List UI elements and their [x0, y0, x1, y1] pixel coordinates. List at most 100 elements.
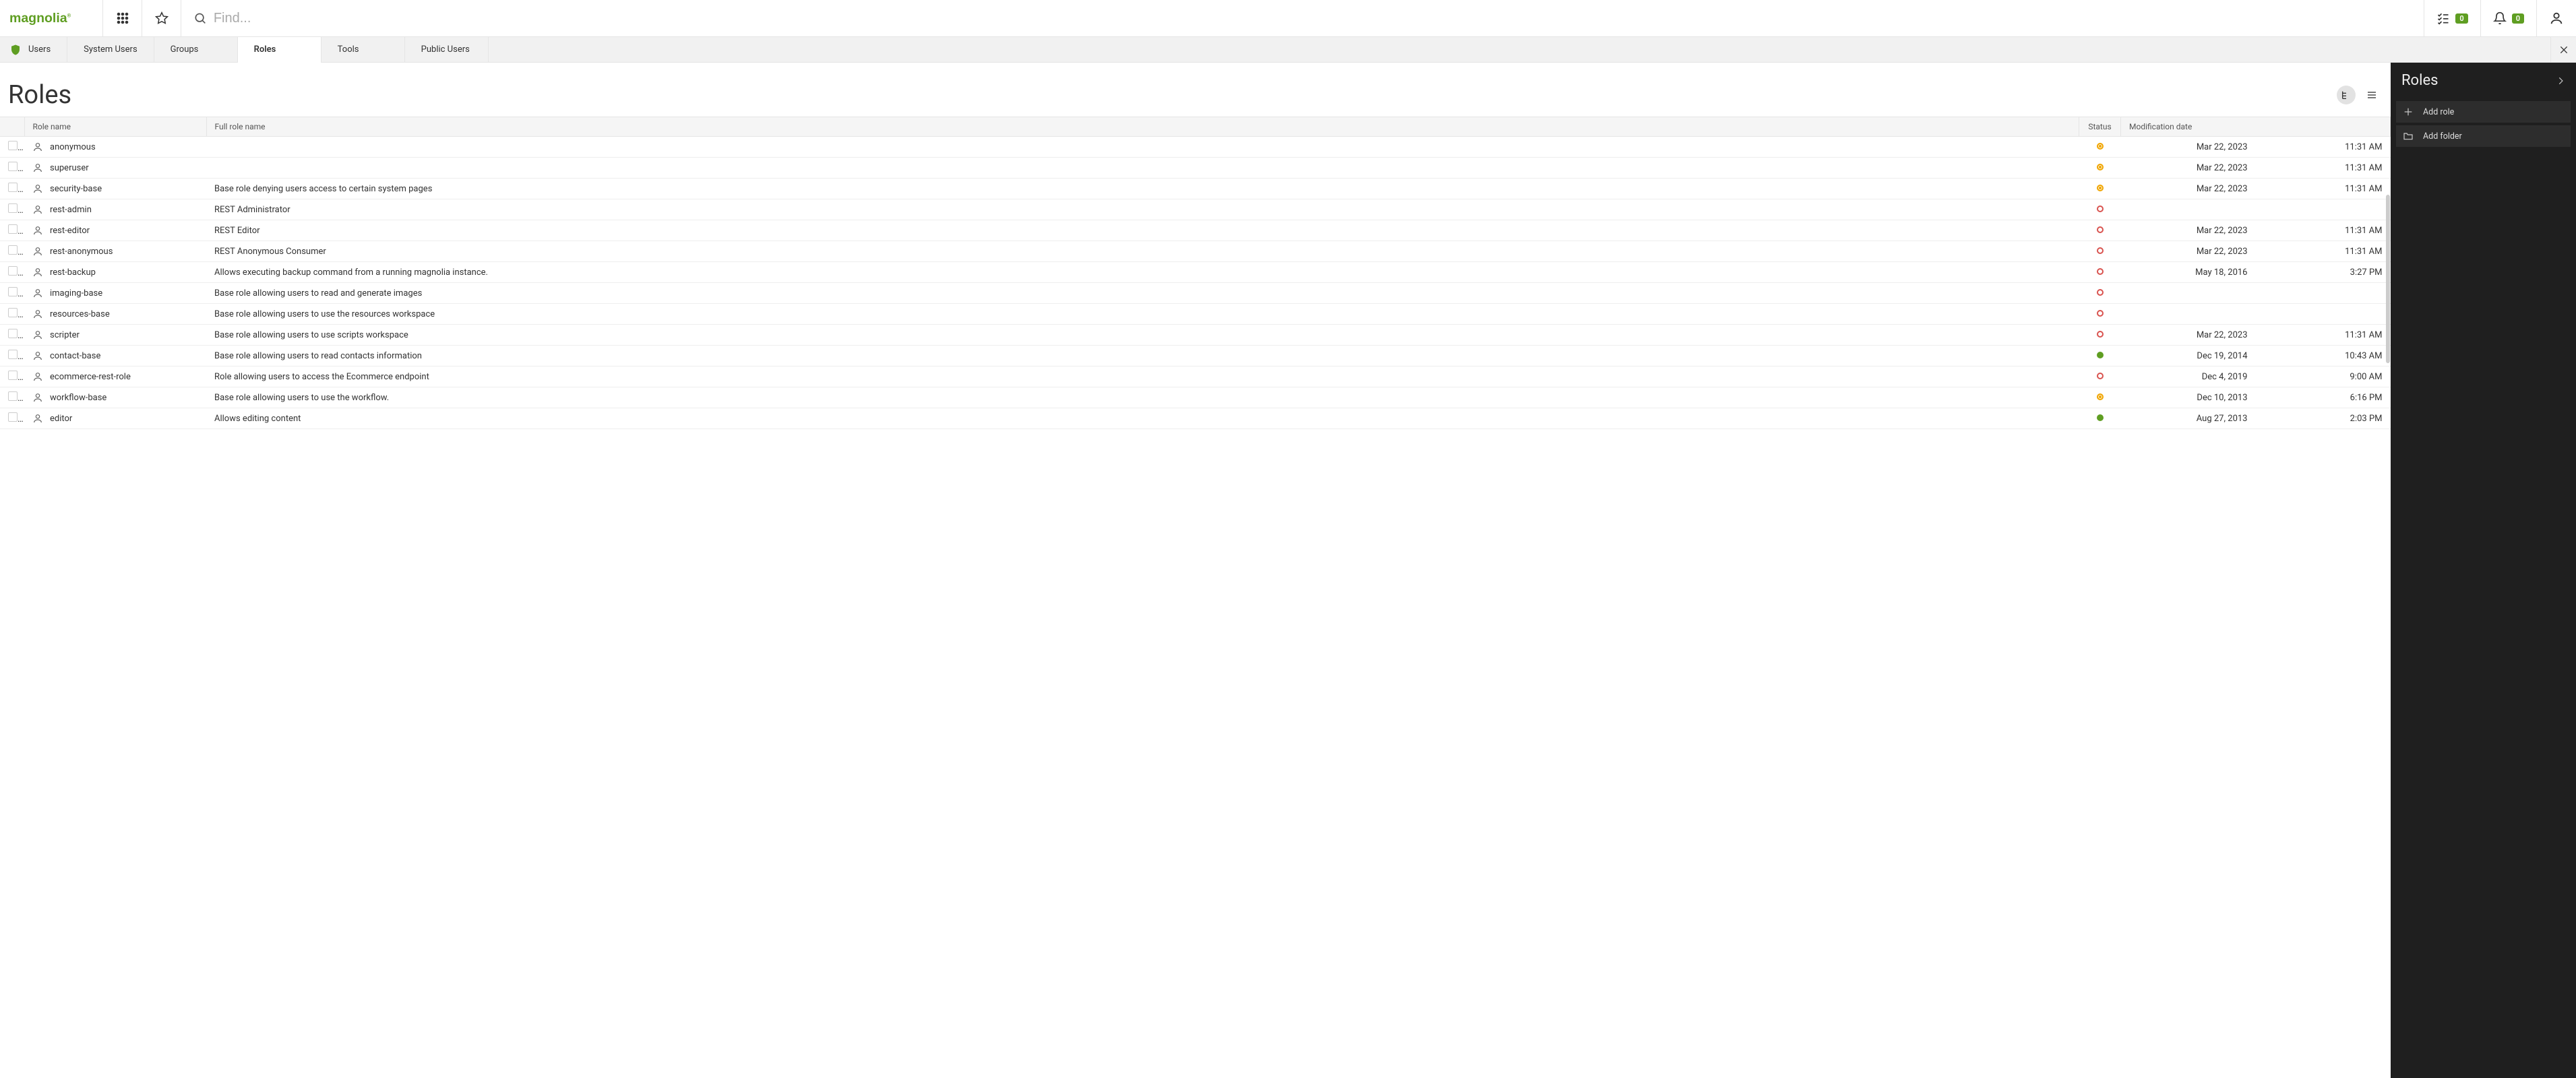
- table-row[interactable]: contact-baseBase role allowing users to …: [0, 346, 2391, 367]
- mod-time: 11:31 AM: [2256, 220, 2391, 241]
- table-row[interactable]: security-baseBase role denying users acc…: [0, 179, 2391, 199]
- status-indicator: [2097, 164, 2104, 170]
- page-title: Roles: [8, 80, 71, 110]
- col-header-name[interactable]: Role name: [24, 117, 206, 137]
- row-checkbox[interactable]: [8, 391, 18, 401]
- row-checkbox[interactable]: [8, 266, 18, 276]
- table-row[interactable]: rest-anonymousREST Anonymous ConsumerMar…: [0, 241, 2391, 262]
- row-checkbox[interactable]: [8, 287, 18, 296]
- user-icon: [32, 288, 43, 298]
- status-indicator: [2097, 331, 2104, 338]
- logo[interactable]: magnolia®: [0, 0, 103, 36]
- notifications-count: 0: [2512, 13, 2524, 24]
- action-add-role[interactable]: Add role: [2396, 101, 2571, 123]
- role-full-name: Allows executing backup command from a r…: [206, 262, 2079, 283]
- subnav-tab-groups[interactable]: Groups: [154, 37, 238, 62]
- role-name: ecommerce-rest-role: [50, 372, 131, 382]
- close-icon: [2558, 44, 2569, 55]
- tree-icon: [2341, 90, 2352, 100]
- mod-time: [2256, 199, 2391, 220]
- table-row[interactable]: rest-editor REST Editor Mar 22, 202311:31 …: [0, 220, 2391, 241]
- tasks-button[interactable]: 0: [2424, 0, 2480, 36]
- row-checkbox[interactable]: [8, 141, 18, 150]
- table-row[interactable]: resources-baseBase role allowing users t…: [0, 304, 2391, 325]
- table-row[interactable]: editorAllows editing contentAug 27, 2013…: [0, 408, 2391, 429]
- row-checkbox[interactable]: [8, 245, 18, 255]
- row-checkbox[interactable]: [8, 203, 18, 213]
- table-row[interactable]: imaging-base Base role allowing users to …: [0, 283, 2391, 304]
- user-icon: [32, 309, 43, 319]
- mod-date: Mar 22, 2023: [2121, 137, 2256, 158]
- role-name: rest-editor: [50, 226, 90, 236]
- status-indicator: [2097, 393, 2104, 400]
- user-icon: [32, 371, 43, 382]
- status-indicator: [2097, 310, 2104, 317]
- notifications-button[interactable]: 0: [2480, 0, 2536, 36]
- col-header-status[interactable]: Status: [2079, 117, 2121, 137]
- global-search[interactable]: [181, 0, 2424, 36]
- row-checkbox[interactable]: [8, 371, 18, 380]
- table-row[interactable]: scripterBase role allowing users to use …: [0, 325, 2391, 346]
- table-row[interactable]: superuserMar 22, 202311:31 AM: [0, 158, 2391, 179]
- mod-time: [2256, 304, 2391, 325]
- mod-time: 11:31 AM: [2256, 325, 2391, 346]
- app-tab-users[interactable]: Users: [0, 37, 67, 62]
- table-row[interactable]: rest-adminREST Administrator: [0, 199, 2391, 220]
- mod-date: Mar 22, 2023: [2121, 220, 2256, 241]
- subnav-tab-public-users[interactable]: Public Users: [405, 37, 489, 62]
- col-header-full[interactable]: Full role name: [206, 117, 2079, 137]
- table-row[interactable]: workflow-baseBase role allowing users to…: [0, 387, 2391, 408]
- role-name: scripter: [50, 330, 80, 340]
- user-icon: [32, 183, 43, 194]
- search-input[interactable]: [214, 11, 2412, 26]
- mod-time: 3:27 PM: [2256, 262, 2391, 283]
- role-full-name: Base role allowing users to use the work…: [206, 387, 2079, 408]
- row-checkbox[interactable]: [8, 412, 18, 422]
- status-indicator: [2097, 226, 2104, 233]
- top-bar: magnolia® 0 0: [0, 0, 2576, 37]
- user-icon: [32, 162, 43, 173]
- subnav-tab-tools[interactable]: Tools: [321, 37, 405, 62]
- row-checkbox[interactable]: [8, 350, 18, 359]
- role-full-name: [206, 137, 2079, 158]
- close-app-button[interactable]: [2550, 37, 2576, 62]
- status-indicator: [2097, 247, 2104, 254]
- mod-date: [2121, 304, 2256, 325]
- role-name: security-base: [50, 184, 102, 194]
- role-name: resources-base: [50, 309, 110, 319]
- role-full-name: REST Editor: [206, 220, 2079, 241]
- row-checkbox[interactable]: [8, 224, 18, 234]
- subnav-tab-system-users[interactable]: System Users: [67, 37, 154, 62]
- table-row[interactable]: ecommerce-rest-roleRole allowing users t…: [0, 367, 2391, 387]
- subnav-tab-roles[interactable]: Roles: [238, 37, 321, 62]
- page-header: Roles: [0, 63, 2391, 117]
- list-view-button[interactable]: [2362, 86, 2381, 104]
- favorite-button[interactable]: [142, 0, 181, 36]
- mod-time: [2256, 283, 2391, 304]
- action-add-folder[interactable]: Add folder: [2396, 125, 2571, 147]
- action-label: Add folder: [2423, 131, 2462, 141]
- chevron-right-icon[interactable]: [2556, 76, 2565, 86]
- user-icon: [32, 392, 43, 403]
- role-full-name: Base role allowing users to read and gen…: [206, 283, 2079, 304]
- app-launcher-button[interactable]: [103, 0, 142, 36]
- row-checkbox[interactable]: [8, 308, 18, 317]
- mod-time: 10:43 AM: [2256, 346, 2391, 367]
- table-row[interactable]: rest-backupAllows executing backup comma…: [0, 262, 2391, 283]
- action-panel-title: Roles: [2401, 72, 2438, 89]
- role-name: superuser: [50, 163, 89, 173]
- mod-date: Mar 22, 2023: [2121, 325, 2256, 346]
- row-checkbox[interactable]: [8, 329, 18, 338]
- mod-date: Dec 4, 2019: [2121, 367, 2256, 387]
- scrollbar[interactable]: [2386, 195, 2390, 363]
- tree-view-button[interactable]: [2337, 86, 2356, 104]
- list-icon: [2366, 90, 2377, 100]
- role-name: imaging-base: [50, 288, 102, 298]
- mod-date: Mar 22, 2023: [2121, 179, 2256, 199]
- col-header-date[interactable]: Modification date: [2121, 117, 2391, 137]
- row-checkbox[interactable]: [8, 183, 18, 192]
- row-checkbox[interactable]: [8, 162, 18, 171]
- mod-date: Mar 22, 2023: [2121, 241, 2256, 262]
- profile-button[interactable]: [2536, 0, 2576, 36]
- table-row[interactable]: anonymousMar 22, 202311:31 AM: [0, 137, 2391, 158]
